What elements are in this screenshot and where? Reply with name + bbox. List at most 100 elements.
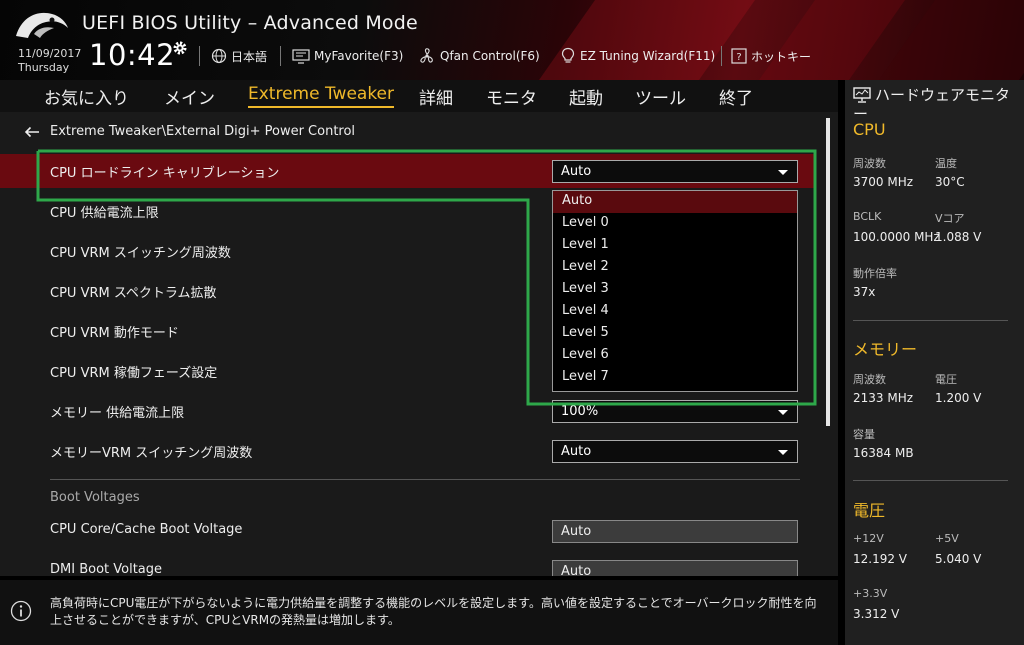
tab-monitor[interactable]: モニタ — [486, 84, 537, 109]
section-title-boot-voltages: Boot Voltages — [50, 490, 140, 505]
cpu-frequency-label: 周波数 — [853, 157, 886, 170]
clock-display: 10:42 — [89, 38, 176, 72]
app-title: UEFI BIOS Utility – Advanced Mode — [82, 12, 418, 34]
option-level-3[interactable]: Level 3 — [553, 279, 797, 301]
memory-capacity-value: 16384 MB — [853, 446, 914, 460]
qfan-control-button[interactable]: Qfan Control(F6) — [418, 46, 540, 66]
option-level-6[interactable]: Level 6 — [553, 345, 797, 367]
hardware-monitor-title: ハードウェアモニター — [853, 86, 1011, 123]
hw-section-voltage: 電圧 — [853, 501, 886, 520]
memory-voltage-label: 電圧 — [935, 373, 957, 386]
memory-capacity-label: 容量 — [853, 428, 875, 441]
svg-text:?: ? — [736, 52, 741, 63]
info-icon — [10, 600, 32, 622]
v12-label: +12V — [853, 532, 884, 545]
hw-section-memory: メモリー — [853, 340, 918, 359]
option-level-1[interactable]: Level 1 — [553, 235, 797, 257]
tab-boot[interactable]: 起動 — [569, 84, 603, 109]
setting-row-memory-current-capability[interactable]: メモリー 供給電流上限 100% — [0, 394, 815, 428]
bclk-label: BCLK — [853, 210, 882, 223]
setting-row-cpu-loadline-calibration[interactable]: CPU ロードライン キャリブレーション Auto — [0, 154, 815, 188]
bclk-value: 100.0000 MHz — [853, 230, 940, 244]
scrollbar[interactable] — [826, 118, 830, 426]
cpu-core-cache-boot-voltage-input[interactable]: Auto — [552, 520, 798, 543]
header-bar: UEFI BIOS Utility – Advanced Mode 11/09/… — [0, 0, 1024, 80]
dmi-boot-voltage-input[interactable]: Auto — [552, 560, 798, 576]
tab-tool[interactable]: ツール — [635, 84, 686, 109]
settings-panel: Extreme Tweaker\External Digi+ Power Con… — [0, 112, 838, 576]
v5-label: +5V — [935, 532, 959, 545]
main-menu-bar: お気に入り メイン Extreme Tweaker 詳細 モニタ 起動 ツール … — [0, 80, 838, 112]
ez-tuning-wizard-label: EZ Tuning Wizard(F11) — [580, 49, 716, 63]
caret-down-icon — [778, 170, 788, 175]
option-level-7[interactable]: Level 7 — [553, 367, 797, 389]
language-label: 日本語 — [231, 49, 268, 64]
header-separator — [199, 46, 200, 66]
hw-divider — [853, 320, 1008, 321]
vcore-value: 1.088 V — [935, 230, 982, 244]
caret-down-icon — [778, 450, 788, 455]
option-level-2[interactable]: Level 2 — [553, 257, 797, 279]
caret-down-icon — [778, 410, 788, 415]
setting-label: CPU VRM 動作モード — [50, 326, 179, 341]
cpu-loadline-calibration-select[interactable]: Auto — [552, 160, 798, 183]
tab-favorites[interactable]: お気に入り — [44, 84, 129, 109]
memory-current-capability-select[interactable]: 100% — [552, 400, 798, 423]
memory-frequency-label: 周波数 — [853, 373, 886, 386]
setting-label: CPU VRM スペクトラム拡散 — [50, 286, 217, 301]
option-auto[interactable]: Auto — [553, 191, 797, 213]
memory-voltage-value: 1.200 V — [935, 391, 982, 405]
ez-tuning-wizard-button[interactable]: EZ Tuning Wizard(F11) — [560, 46, 715, 66]
tab-main[interactable]: メイン — [164, 84, 215, 109]
memory-vrm-switching-frequency-select[interactable]: Auto — [552, 440, 798, 463]
tab-exit[interactable]: 終了 — [719, 84, 753, 109]
setting-row-dmi-boot-voltage[interactable]: DMI Boot Voltage Auto — [0, 554, 815, 576]
cpu-ratio-value: 37x — [853, 285, 876, 299]
cpu-temperature-value: 30°C — [935, 175, 965, 189]
help-description: 高負荷時にCPU電圧が下がらないように電力供給量を調整する機能のレベルを設定しま… — [50, 596, 817, 627]
setting-label: CPU VRM スイッチング周波数 — [50, 246, 231, 261]
option-level-4[interactable]: Level 4 — [553, 301, 797, 323]
select-value: Auto — [561, 164, 592, 179]
setting-label: メモリーVRM スイッチング周波数 — [50, 446, 253, 461]
favorite-monitor-icon — [292, 48, 310, 64]
setting-row-memory-vrm-switching-frequency[interactable]: メモリーVRM スイッチング周波数 Auto — [0, 434, 815, 468]
myfavorite-label: MyFavorite(F3) — [314, 49, 404, 63]
header-separator — [280, 46, 281, 66]
rog-logo-icon — [16, 12, 68, 38]
breadcrumb-path: Extreme Tweaker\External Digi+ Power Con… — [50, 124, 356, 139]
myfavorite-button[interactable]: MyFavorite(F3) — [292, 46, 403, 66]
option-level-5[interactable]: Level 5 — [553, 323, 797, 345]
tab-extreme-tweaker[interactable]: Extreme Tweaker — [248, 84, 395, 108]
v33-label: +3.3V — [853, 587, 888, 600]
v5-value: 5.040 V — [935, 552, 982, 566]
setting-label: DMI Boot Voltage — [50, 562, 163, 576]
hw-divider — [853, 480, 1008, 481]
loadline-options-dropdown[interactable]: Auto Level 0 Level 1 Level 2 Level 3 Lev… — [552, 190, 798, 392]
hotkey-icon: ? — [731, 48, 747, 64]
v33-value: 3.312 V — [853, 607, 900, 621]
header-decoration — [510, 0, 770, 80]
hardware-monitor-panel: ハードウェアモニター CPU 周波数 温度 3700 MHz 30°C BCLK… — [845, 80, 1024, 645]
select-value: Auto — [561, 444, 592, 459]
setting-row-cpu-core-cache-boot-voltage[interactable]: CPU Core/Cache Boot Voltage Auto — [0, 514, 815, 548]
date-display: 11/09/2017 Thursday — [18, 47, 81, 75]
section-divider — [50, 479, 800, 480]
language-button[interactable]: 日本語 — [211, 46, 267, 66]
setting-label: メモリー 供給電流上限 — [50, 406, 185, 421]
cpu-frequency-value: 3700 MHz — [853, 175, 914, 189]
breadcrumb[interactable]: Extreme Tweaker\External Digi+ Power Con… — [24, 124, 355, 139]
setting-label: CPU 供給電流上限 — [50, 206, 159, 221]
globe-icon — [211, 48, 227, 64]
setting-label: CPU Core/Cache Boot Voltage — [50, 522, 243, 537]
tab-advanced[interactable]: 詳細 — [419, 84, 453, 109]
cpu-temperature-label: 温度 — [935, 157, 957, 170]
option-level-0[interactable]: Level 0 — [553, 213, 797, 235]
cpu-ratio-label: 動作倍率 — [853, 267, 897, 280]
gear-icon[interactable] — [172, 40, 188, 56]
day-text: Thursday — [18, 61, 70, 74]
hotkey-button[interactable]: ? ホットキー — [731, 46, 811, 66]
back-arrow-icon[interactable] — [24, 126, 40, 138]
qfan-control-label: Qfan Control(F6) — [440, 49, 540, 63]
setting-label: CPU VRM 稼働フェーズ設定 — [50, 366, 218, 381]
